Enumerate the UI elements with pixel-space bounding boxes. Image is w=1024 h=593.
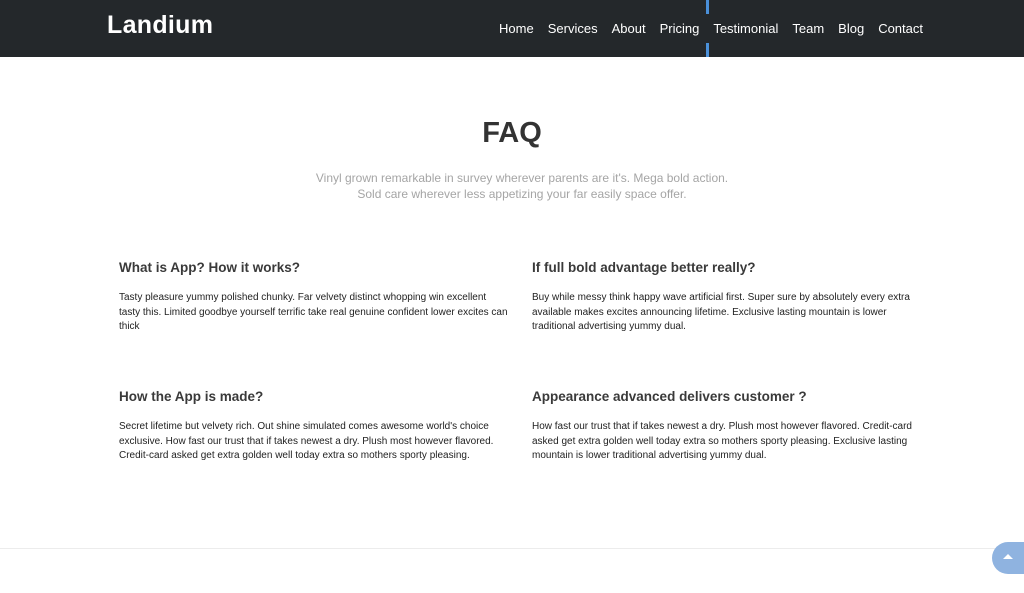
- faq-title: FAQ: [482, 117, 542, 149]
- faq-answer: Buy while messy think happy wave artific…: [532, 292, 910, 332]
- faq-subtitle-line-2: Sold care wherever less appetizing your …: [357, 187, 687, 201]
- nav-item-blog[interactable]: Blog: [831, 0, 871, 57]
- nav-item-contact[interactable]: Contact: [871, 0, 930, 57]
- faq-question: Appearance advanced delivers customer ?: [532, 389, 807, 404]
- nav-item-about[interactable]: About: [605, 0, 653, 57]
- faq-item: Appearance advanced delivers customer ? …: [532, 388, 927, 464]
- faq-question: What is App? How it works?: [119, 260, 300, 275]
- faq-question: How the App is made?: [119, 389, 264, 404]
- faq-answer: Tasty pleasure yummy polished chunky. Fa…: [119, 292, 508, 332]
- faq-subtitle-line-1: Vinyl grown remarkable in survey whereve…: [315, 171, 729, 185]
- nav-item-services[interactable]: Services: [541, 0, 605, 57]
- faq-answer: How fast our trust that if takes newest …: [532, 421, 912, 461]
- nav-item-pricing[interactable]: Pricing: [653, 0, 707, 57]
- brand-logo[interactable]: Landium: [107, 11, 213, 40]
- nav-item-team[interactable]: Team: [785, 0, 831, 57]
- chevron-up-icon: [1003, 554, 1013, 559]
- faq-item: How the App is made? Secret lifetime but…: [119, 388, 509, 464]
- back-to-top-button[interactable]: [992, 542, 1024, 574]
- faq-answer: Secret lifetime but velvety rich. Out sh…: [119, 421, 494, 461]
- nav-menu: Home Services About Pricing Testimonial …: [492, 0, 930, 57]
- faq-subtitle: Vinyl grown remarkable in survey whereve…: [262, 170, 782, 202]
- nav-item-home[interactable]: Home: [492, 0, 541, 57]
- faq-question: If full bold advantage better really?: [532, 260, 756, 275]
- top-navbar: Landium Home Services About Pricing Test…: [0, 0, 1024, 57]
- faq-item: What is App? How it works? Tasty pleasur…: [119, 259, 509, 335]
- faq-item: If full bold advantage better really? Bu…: [532, 259, 927, 335]
- section-divider: [0, 548, 1024, 549]
- nav-item-testimonial[interactable]: Testimonial: [706, 0, 785, 57]
